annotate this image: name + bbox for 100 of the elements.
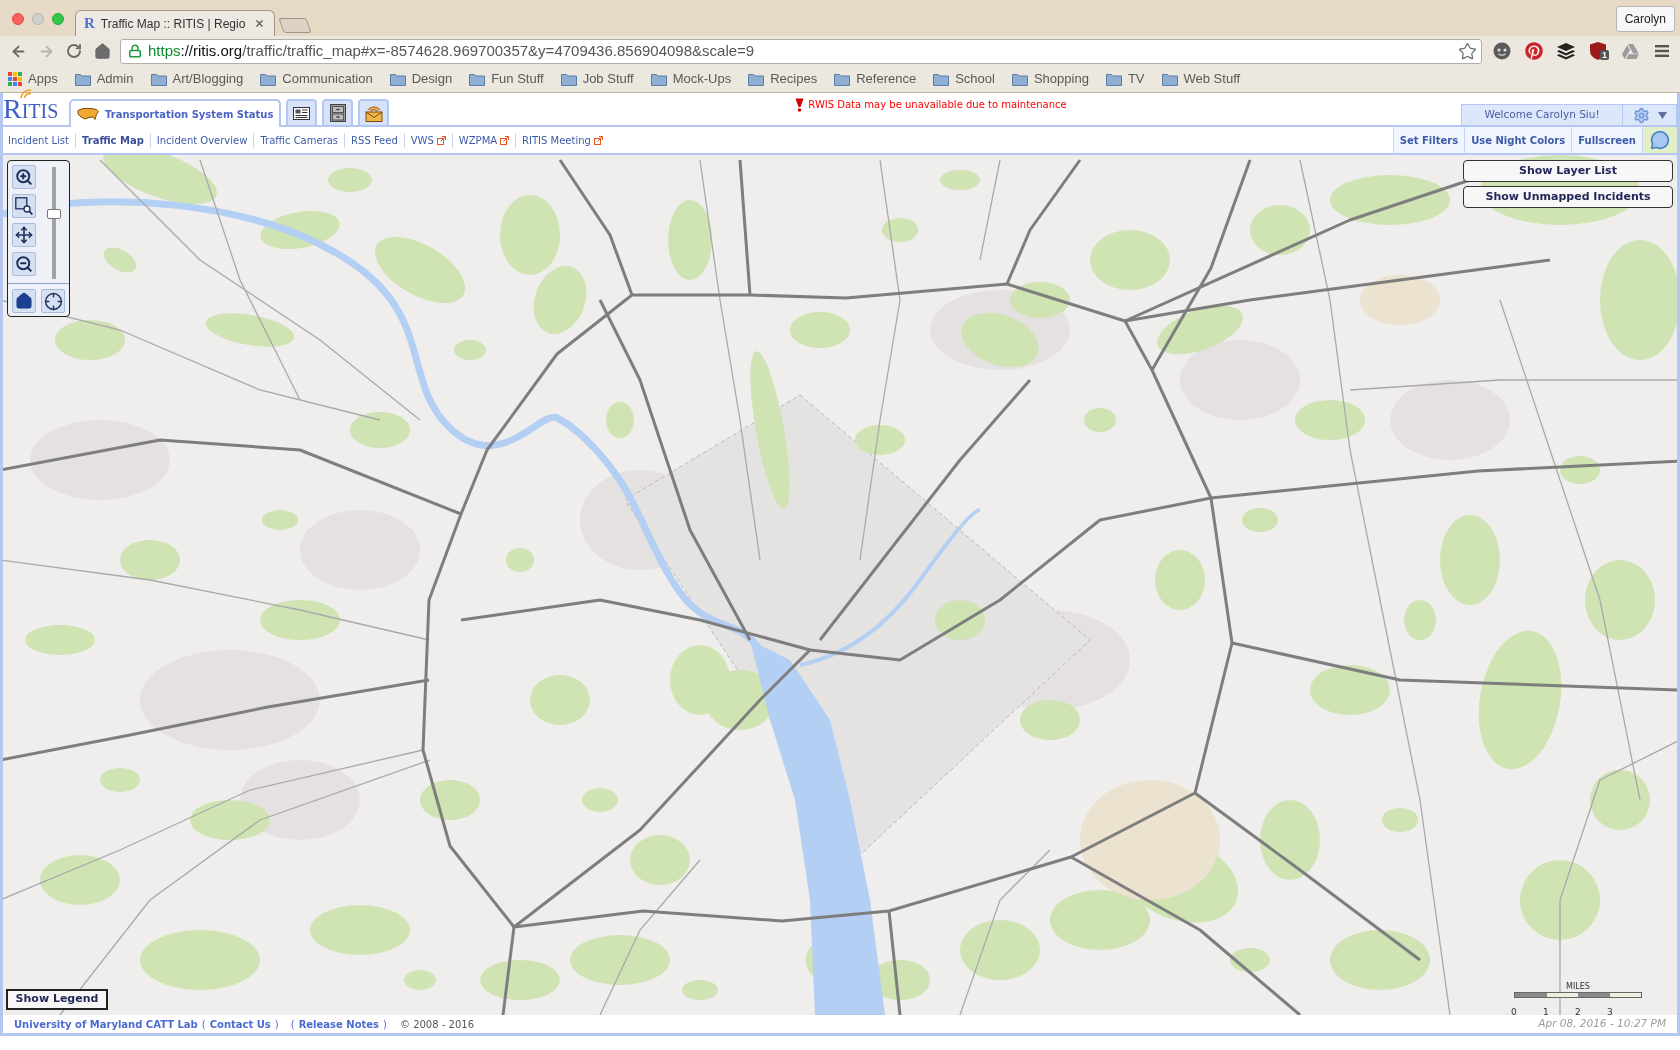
tab-favicon: R bbox=[84, 16, 95, 31]
external-link-icon bbox=[436, 135, 446, 145]
bookmark-item[interactable]: Reference bbox=[834, 69, 917, 89]
scale-tick-label: 0 bbox=[1511, 1007, 1517, 1015]
lock-icon bbox=[128, 44, 142, 58]
home-icon bbox=[93, 42, 111, 60]
nav-link[interactable]: VWS bbox=[403, 132, 452, 148]
chat-button[interactable] bbox=[1642, 127, 1677, 153]
folder-icon bbox=[748, 72, 765, 86]
zoom-slider-thumb[interactable] bbox=[47, 209, 61, 220]
nav-link[interactable]: Traffic Map bbox=[75, 132, 150, 148]
zoom-box-icon bbox=[15, 197, 33, 215]
gear-icon bbox=[1632, 106, 1650, 124]
bookmark-item[interactable]: Design bbox=[389, 69, 453, 89]
app-tab[interactable] bbox=[286, 99, 318, 125]
footer-link[interactable]: Release Notes bbox=[298, 1018, 380, 1030]
zoom-in-icon bbox=[15, 168, 33, 186]
home-view-button[interactable] bbox=[12, 289, 36, 313]
bookmark-item[interactable]: School bbox=[933, 69, 995, 89]
bookmark-item[interactable]: Communication bbox=[260, 69, 373, 89]
browser-tab[interactable]: R Traffic Map :: RITIS | Regio bbox=[75, 10, 275, 36]
bookmark-item[interactable]: Job Stuff bbox=[560, 69, 634, 89]
maintenance-notice: RWIS Data may be unavailable due to maintenance bbox=[808, 98, 1067, 112]
folder-icon bbox=[650, 72, 667, 86]
bookmark-item[interactable]: Web Stuff bbox=[1161, 69, 1241, 89]
bookmark-item[interactable]: Apps bbox=[8, 69, 58, 89]
nav-link[interactable]: RSS Feed bbox=[344, 132, 404, 148]
legend-button[interactable]: Show Legend bbox=[6, 989, 108, 1010]
zoom-out-icon bbox=[15, 255, 33, 273]
bookmark-item[interactable]: Mock-Ups bbox=[650, 69, 732, 89]
external-link-icon bbox=[500, 135, 510, 145]
scale-tick-label: 3 bbox=[1607, 1007, 1613, 1015]
menu-icon[interactable] bbox=[1655, 45, 1669, 57]
nav-link[interactable]: Incident Overview bbox=[149, 132, 254, 148]
scale-unit-label: MILES bbox=[1566, 982, 1590, 992]
map-icon bbox=[77, 107, 99, 121]
locate-button[interactable] bbox=[41, 289, 65, 313]
layers-icon[interactable] bbox=[1557, 42, 1575, 60]
nav-button[interactable]: Use Night Colors bbox=[1464, 127, 1572, 153]
folder-icon bbox=[469, 72, 486, 86]
count-badge: 1 bbox=[1600, 50, 1609, 60]
caret-icon bbox=[1657, 111, 1667, 119]
scale-tick-label: 1 bbox=[1543, 1007, 1549, 1015]
bookmark-item[interactable]: TV bbox=[1105, 69, 1145, 89]
zoom-out-button[interactable] bbox=[12, 252, 36, 276]
zoom-slider[interactable] bbox=[47, 167, 61, 279]
pan-button[interactable] bbox=[12, 223, 36, 247]
folder-icon bbox=[150, 72, 167, 86]
map-overlay-button[interactable]: Show Unmapped Incidents bbox=[1463, 186, 1673, 208]
app-tab[interactable]: Transportation System Status bbox=[69, 99, 282, 127]
bookmark-star-icon[interactable] bbox=[1458, 41, 1477, 61]
zoom-in-button[interactable] bbox=[12, 165, 36, 189]
bookmark-item[interactable]: Art/Blogging bbox=[150, 69, 244, 89]
alert-icon bbox=[795, 97, 805, 112]
bookmark-item[interactable]: Shopping bbox=[1011, 69, 1089, 89]
nav-button[interactable]: Fullscreen bbox=[1571, 127, 1642, 153]
home-icon bbox=[15, 292, 33, 310]
timestamp-text: Apr 08, 2016 - 10:27 PM bbox=[1538, 1016, 1666, 1032]
folder-icon bbox=[560, 72, 577, 86]
crosshair-icon bbox=[43, 291, 63, 311]
folder-icon bbox=[1161, 72, 1178, 86]
address-bar[interactable]: https://ritis.org/traffic/traffic_map#x=-8574628.969700357&y=4709436.856904098&scale=9 bbox=[120, 38, 1482, 64]
close-window-button[interactable] bbox=[12, 13, 24, 25]
logo-text: RITIS bbox=[3, 98, 60, 123]
settings-button[interactable] bbox=[1623, 104, 1677, 125]
welcome-label: Welcome Carolyn Siu! bbox=[1461, 104, 1623, 125]
folder-icon bbox=[933, 72, 950, 86]
app-tab[interactable] bbox=[322, 99, 354, 125]
cabinet-icon bbox=[329, 104, 346, 122]
nav-link[interactable]: RITIS Meeting bbox=[515, 132, 609, 148]
nav-button[interactable]: Set Filters bbox=[1392, 127, 1465, 153]
folder-icon bbox=[389, 72, 406, 86]
zoom-box-button[interactable] bbox=[12, 194, 36, 218]
folder-icon bbox=[834, 72, 851, 86]
folder-icon bbox=[1105, 72, 1122, 86]
nav-link[interactable]: Traffic Cameras bbox=[253, 132, 345, 148]
scale-tick-label: 2 bbox=[1575, 1007, 1581, 1015]
folder-icon bbox=[1011, 72, 1028, 86]
map-overlay-button[interactable]: Show Layer List bbox=[1463, 160, 1673, 182]
reload-icon bbox=[66, 43, 82, 59]
bookmark-item[interactable]: Fun Stuff bbox=[469, 69, 544, 89]
newspaper-icon bbox=[293, 106, 311, 120]
folder-icon bbox=[74, 72, 91, 86]
nav-link[interactable]: Incident List bbox=[8, 132, 75, 148]
footer-link[interactable]: Contact Us bbox=[209, 1018, 271, 1030]
bookmark-item[interactable]: Recipes bbox=[748, 69, 818, 89]
bookmark-item[interactable]: Admin bbox=[74, 69, 134, 89]
profile-button[interactable]: Carolyn bbox=[1615, 6, 1675, 32]
footer-link[interactable]: University of Maryland CATT Lab bbox=[14, 1018, 198, 1030]
footer-text: University of Maryland CATT Lab ( Contact Us ) ( Release Notes ) © 2008 - 2016 bbox=[14, 1017, 474, 1032]
apps-grid-icon bbox=[8, 72, 22, 86]
move-icon bbox=[15, 226, 33, 244]
close-icon bbox=[253, 18, 265, 29]
envelope-icon bbox=[364, 104, 383, 122]
app-tab[interactable] bbox=[358, 99, 390, 125]
speech-bubble-icon bbox=[1650, 130, 1670, 150]
signal-arcs-icon bbox=[20, 89, 32, 98]
folder-icon bbox=[260, 72, 277, 86]
face-icon[interactable] bbox=[1493, 42, 1511, 60]
nav-link[interactable]: WZPMA bbox=[451, 132, 516, 148]
